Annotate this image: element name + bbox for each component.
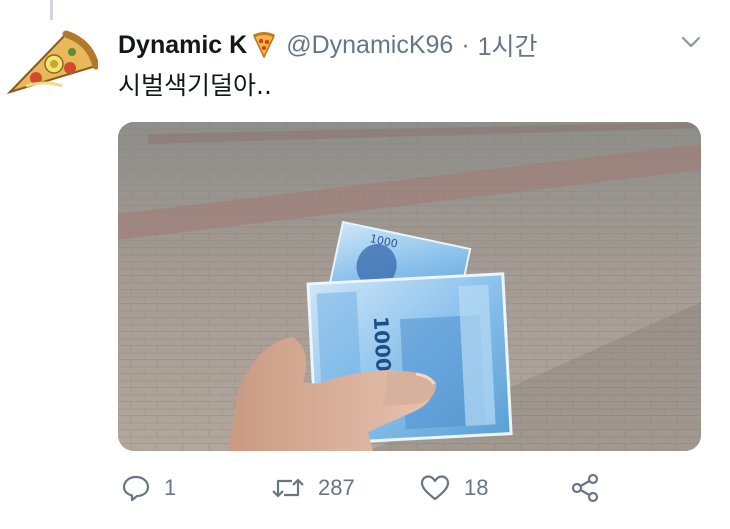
tweet-text: 시벌색기덜아..	[118, 71, 272, 100]
photo-banknotes-in-hand-icon: 1000 1000	[118, 122, 701, 451]
pizza-icon	[253, 32, 276, 58]
reply-count: 1	[164, 475, 177, 500]
reply-icon	[122, 475, 150, 502]
chevron-down-icon[interactable]	[680, 34, 702, 50]
retweet-icon	[272, 478, 304, 498]
avatar[interactable]	[6, 28, 98, 98]
share-button[interactable]	[570, 468, 614, 508]
tweet-card: Dynamic K @DynamicK96 · 1시간 시벌색기덜아.. 100…	[0, 0, 730, 529]
tweet-media-photo[interactable]: 1000 1000	[118, 122, 701, 451]
tweet-header: Dynamic K @DynamicK96 · 1시간	[118, 28, 670, 62]
svg-text:1000: 1000	[369, 316, 396, 373]
tweet-actions-bar: 1 287 18	[118, 468, 618, 508]
header-separator: ·	[461, 30, 470, 59]
pizza-slice-avatar-icon	[6, 30, 98, 95]
thread-connector-line	[50, 0, 53, 20]
like-count: 18	[464, 475, 489, 500]
author-display-name[interactable]: Dynamic K	[118, 31, 247, 60]
share-icon	[571, 473, 599, 503]
retweet-button[interactable]: 287	[272, 468, 355, 508]
heart-icon	[420, 475, 450, 501]
retweet-count: 287	[318, 475, 355, 500]
like-button[interactable]: 18	[420, 468, 488, 508]
tweet-timestamp[interactable]: 1시간	[478, 27, 538, 63]
reply-button[interactable]: 1	[122, 468, 176, 508]
author-handle[interactable]: @DynamicK96	[286, 31, 453, 60]
